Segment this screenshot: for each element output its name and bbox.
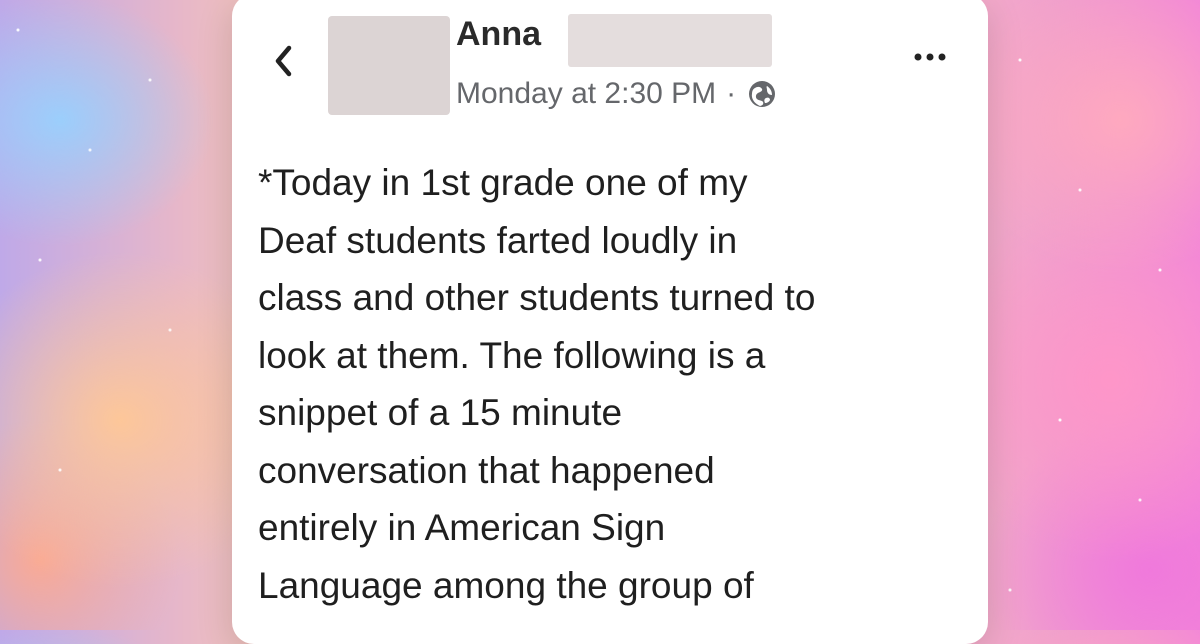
post-timestamp[interactable]: Monday at 2:30 PM: [456, 77, 716, 111]
chevron-left-icon: [275, 45, 292, 77]
author-name[interactable]: Anna: [456, 14, 541, 54]
post-line: entirely in American Sign: [258, 507, 666, 548]
more-options-icon: [914, 53, 946, 61]
post-line: *Today in 1st grade one of my: [258, 162, 748, 203]
back-button[interactable]: [266, 42, 300, 80]
post-line: look at them. The following is a: [258, 334, 766, 376]
post-line: Deaf students farted loudly in: [258, 219, 738, 261]
post-line: Language among the group of: [258, 564, 754, 606]
post-line: conversation that happened: [258, 449, 715, 491]
post-card: Anna Monday at 2:30 PM · *Today in 1st g…: [232, 0, 988, 644]
post-line: class and other students turned to: [258, 277, 816, 318]
meta-separator: ·: [726, 77, 737, 110]
avatar[interactable]: [328, 16, 450, 115]
post-line: snippet of a 15 minute: [258, 392, 623, 433]
post-meta: Monday at 2:30 PM ·: [456, 74, 778, 114]
redacted-surname: [568, 14, 772, 67]
globe-icon: [746, 78, 778, 110]
post-body: *Today in 1st grade one of my Deaf stude…: [258, 154, 958, 614]
more-options-button[interactable]: [902, 42, 958, 72]
